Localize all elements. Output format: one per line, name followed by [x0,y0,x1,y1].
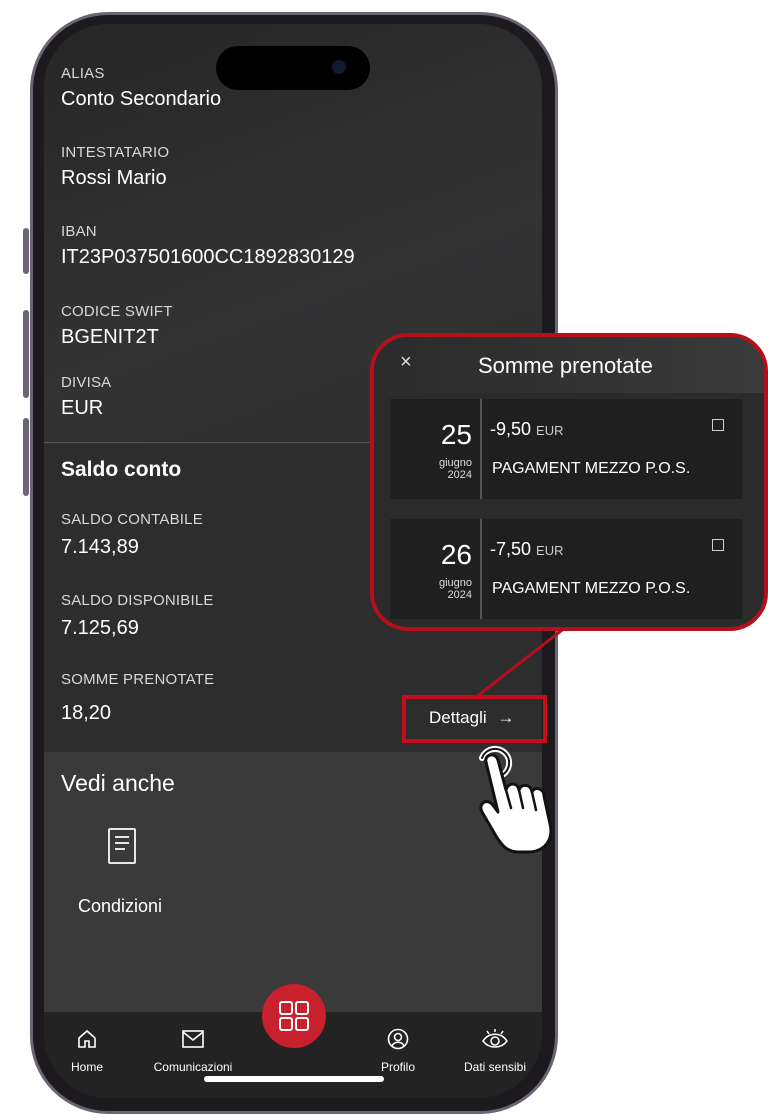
saldo-disponibile-label: SALDO DISPONIBILE [61,592,214,609]
transaction-month: giugno [438,577,472,589]
transaction-description: PAGAMENT MEZZO P.O.S. [492,580,691,597]
iban-label: IBAN [61,223,97,240]
phone-side-button [23,228,29,274]
dynamic-island [216,46,370,90]
card-separator [480,399,482,499]
vedi-anche-title: Vedi anche [61,770,175,796]
transaction-date: giugno 2024 [390,457,472,481]
alias-label: ALIAS [61,65,105,82]
transaction-card[interactable]: 25 giugno 2024 -9,50 EUR PAGAMENT MEZZO … [390,399,742,499]
document-check-icon[interactable] [108,828,136,864]
home-icon [62,1026,112,1052]
intestatario-label: INTESTATARIO [61,144,170,161]
saldo-title: Saldo conto [61,458,182,481]
mail-icon [138,1026,248,1052]
phone-side-button [23,418,29,496]
close-icon[interactable]: × [400,351,412,374]
swift-label: CODICE SWIFT [61,303,173,320]
swift-value: BGENIT2T [61,326,159,348]
transaction-amount: -7,50 EUR [490,539,564,560]
divisa-field: DIVISA EUR [61,374,111,420]
transaction-date: giugno 2024 [390,577,472,601]
somme-prenotate-field: SOMME PRENOTATE 18,20 [61,671,214,725]
saldo-contabile-field: SALDO CONTABILE 7.143,89 [61,511,203,559]
tab-comunicazioni-label: Comunicazioni [153,1060,233,1074]
tab-profilo-label: Profilo [380,1060,415,1074]
transaction-currency: EUR [536,423,564,438]
saldo-contabile-label: SALDO CONTABILE [61,511,203,528]
swift-field: CODICE SWIFT BGENIT2T [61,303,173,349]
saldo-disponibile-field: SALDO DISPONIBILE 7.125,69 [61,592,214,640]
home-indicator [204,1076,384,1082]
saldo-disponibile-value: 7.125,69 [61,617,139,639]
divisa-value: EUR [61,397,104,419]
document-line [115,848,125,850]
divisa-label: DIVISA [61,374,112,391]
transaction-description: PAGAMENT MEZZO P.O.S. [492,460,691,477]
document-line [115,836,129,838]
tab-dati-sensibili-label: Dati sensibi [463,1060,527,1074]
document-line [115,842,129,844]
external-link-icon[interactable] [712,419,724,431]
camera-dot [332,60,346,74]
popup-title: Somme prenotate [478,353,653,378]
transaction-day: 25 [440,419,472,450]
transaction-day: 26 [440,539,472,570]
transaction-month: giugno [438,457,472,469]
somme-prenotate-label: SOMME PRENOTATE [61,671,215,688]
alias-value: Conto Secondario [61,88,222,110]
intestatario-value: Rossi Mario [61,167,167,189]
intestatario-field: INTESTATARIO Rossi Mario [61,144,169,190]
transaction-amount-value: -9,50 [490,419,532,439]
transaction-year: 2024 [447,469,472,481]
transaction-card[interactable]: 26 giugno 2024 -7,50 EUR PAGAMENT MEZZO … [390,519,742,619]
tab-profilo[interactable]: Profilo [368,1026,428,1074]
iban-field: IBAN IT23P037501600CC1892830129 [61,223,355,269]
grid-icon [279,1001,309,1031]
profile-icon [368,1026,428,1052]
saldo-contabile-value: 7.143,89 [61,536,139,558]
tab-home-label: Home [70,1060,103,1074]
menu-button[interactable] [262,984,326,1048]
transaction-amount: -9,50 EUR [490,419,564,440]
tab-comunicazioni[interactable]: Comunicazioni [138,1026,248,1074]
condizioni-label[interactable]: Condizioni [78,896,162,917]
eye-icon [448,1026,542,1052]
transaction-amount-value: -7,50 [490,539,532,559]
tab-dati-sensibili[interactable]: Dati sensibi [448,1026,542,1074]
tap-hand-icon [479,745,553,854]
tab-home[interactable]: Home [62,1026,112,1074]
transaction-currency: EUR [536,543,564,558]
external-link-icon[interactable] [712,539,724,551]
card-separator [480,519,482,619]
alias-field: ALIAS Conto Secondario [61,65,221,111]
transaction-year: 2024 [447,589,472,601]
somme-prenotate-popup: × Somme prenotate 25 giugno 2024 -9,50 E… [370,333,768,631]
iban-value: IT23P037501600CC1892830129 [61,246,355,268]
somme-prenotate-value: 18,20 [61,702,112,724]
phone-side-button [23,310,29,398]
